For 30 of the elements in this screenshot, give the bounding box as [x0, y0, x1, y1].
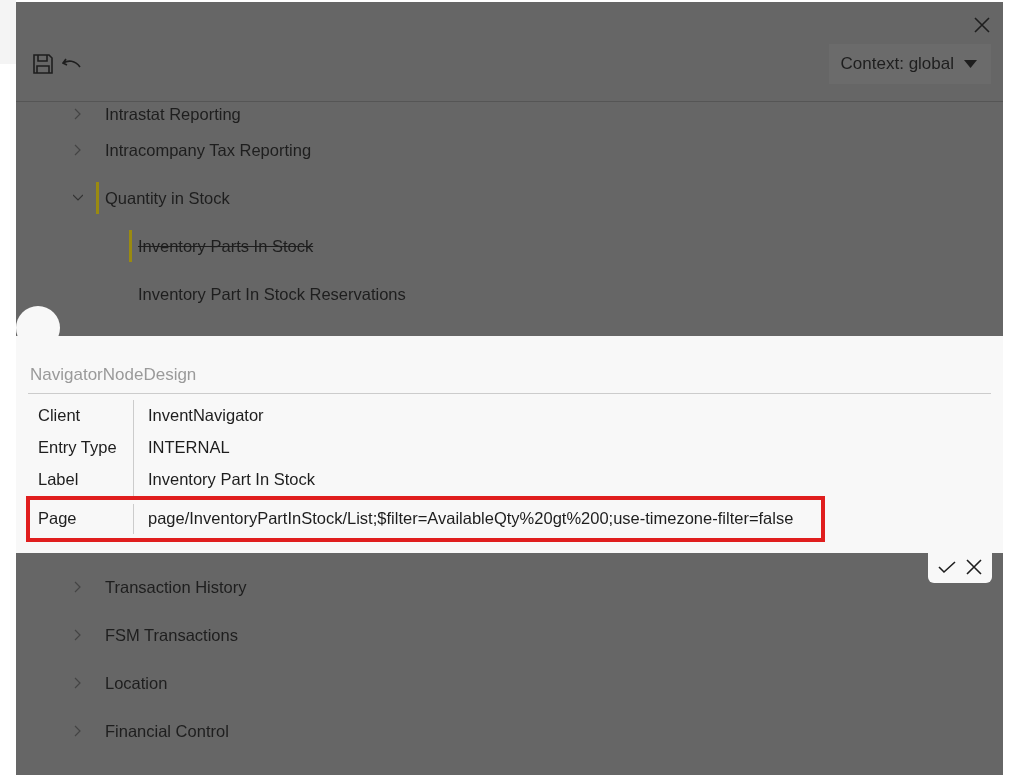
tree-item[interactable]: Intrastat Reporting [96, 103, 241, 125]
field-value: InventNavigator [147, 405, 264, 427]
tree-item[interactable]: Inventory Part In Stock Reservations [129, 278, 406, 310]
tree-item[interactable]: Quantity in Stock [96, 182, 230, 214]
tree-item[interactable]: Financial Control [96, 715, 229, 747]
chevron-right-icon[interactable] [73, 143, 83, 157]
tree-item[interactable]: Transaction History [96, 571, 247, 603]
chevron-right-icon[interactable] [73, 676, 83, 690]
confirm-icon[interactable] [938, 559, 956, 575]
chevron-right-icon[interactable] [73, 107, 83, 121]
field-label: Page [28, 503, 134, 534]
field-label: Client [28, 399, 134, 432]
tree-item[interactable]: Location [96, 667, 168, 699]
tree-item[interactable]: Intracompany Tax Reporting [96, 134, 312, 166]
save-icon[interactable] [32, 52, 54, 75]
field-value: page/InventoryPartInStock/List;$filter=AvailableQty%20gt%200;use-timezone-filter=false [147, 508, 794, 530]
chevron-right-icon[interactable] [73, 628, 83, 642]
context-dropdown[interactable]: Context: global [828, 44, 991, 84]
tree-item[interactable]: Inventory Parts In Stock [129, 230, 314, 262]
cancel-icon[interactable] [966, 559, 982, 575]
tree-item[interactable]: FSM Transactions [96, 619, 238, 651]
field-label: Label [28, 463, 134, 496]
chevron-right-icon[interactable] [73, 580, 83, 594]
field-value: Inventory Part In Stock [147, 469, 315, 491]
popover-title: NavigatorNodeDesign [28, 362, 991, 394]
chevron-right-icon[interactable] [73, 724, 83, 738]
caret-icon [964, 59, 977, 68]
field-value: INTERNAL [147, 437, 230, 459]
field-label: Entry Type [28, 431, 134, 464]
page-background [0, 0, 16, 64]
